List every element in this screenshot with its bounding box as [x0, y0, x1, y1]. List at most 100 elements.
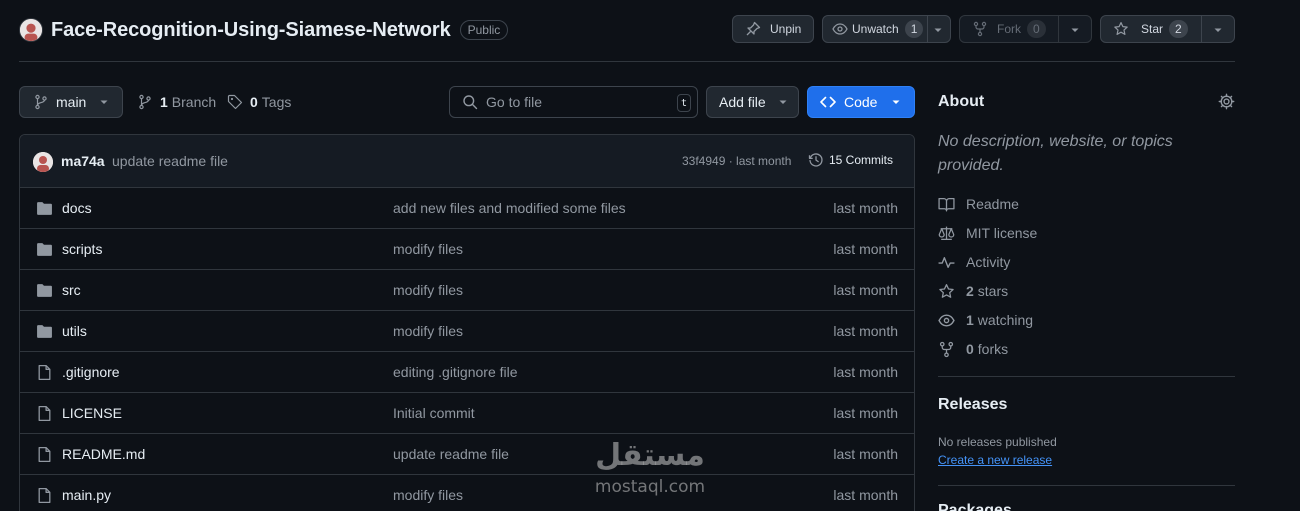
activity-label: Activity — [966, 254, 1011, 270]
chevron-down-icon — [99, 97, 109, 107]
file-commit-message[interactable]: add new files and modified some files — [393, 200, 626, 216]
releases-heading[interactable]: Releases — [938, 396, 1007, 414]
file-commit-message[interactable]: modify files — [393, 487, 463, 503]
folder-icon — [36, 241, 53, 258]
repo-name[interactable]: Face-Recognition-Using-Siamese-Network — [51, 19, 451, 42]
tag-count: 0 — [250, 94, 258, 110]
code-icon — [820, 94, 836, 110]
watching-label: watching — [977, 312, 1034, 328]
commit-author[interactable]: ma74a — [61, 153, 105, 169]
file-name[interactable]: LICENSE — [62, 405, 122, 421]
file-listing: ma74a update readme file 33f4949 · last … — [19, 134, 915, 511]
file-commit-date: last month — [833, 323, 898, 339]
branch-label: Branch — [171, 94, 217, 110]
chevron-down-icon[interactable] — [933, 25, 943, 35]
fork-button[interactable]: Fork 0 — [959, 15, 1092, 43]
file-icon — [36, 405, 53, 422]
shortcut-key: t — [677, 94, 691, 112]
tags-link[interactable]: 0 Tags — [227, 92, 291, 112]
branches-link[interactable]: 1 Branch — [137, 92, 216, 112]
file-commit-message[interactable]: Initial commit — [393, 405, 475, 421]
forks-label: forks — [977, 341, 1009, 357]
star-icon — [938, 283, 955, 300]
tag-label: Tags — [261, 94, 292, 110]
file-commit-date: last month — [833, 446, 898, 462]
file-row[interactable]: scripts modify files last month — [20, 229, 914, 270]
branch-name: main — [56, 94, 87, 110]
star-button[interactable]: Star 2 — [1100, 15, 1235, 43]
activity-link[interactable]: Activity — [938, 253, 1010, 271]
folder-icon — [36, 323, 53, 340]
forks-link[interactable]: 0 forks — [938, 340, 1008, 358]
divider — [1201, 15, 1202, 43]
file-icon — [36, 446, 53, 463]
file-commit-message[interactable]: modify files — [393, 241, 463, 257]
fork-icon — [972, 21, 988, 37]
readme-link[interactable]: Readme — [938, 195, 1019, 213]
license-link[interactable]: MIT license — [938, 224, 1037, 242]
packages-heading[interactable]: Packages — [938, 502, 1012, 511]
file-name[interactable]: .gitignore — [62, 364, 120, 380]
file-rows: docs add new files and modified some file… — [20, 188, 914, 511]
file-name[interactable]: main.py — [62, 487, 111, 503]
stars-count: 2 — [966, 283, 974, 299]
watching-count: 1 — [966, 312, 974, 328]
unwatch-label: Unwatch — [852, 22, 899, 36]
file-commit-message[interactable]: editing .gitignore file — [393, 364, 518, 380]
file-name[interactable]: README.md — [62, 446, 145, 462]
owner-avatar[interactable] — [19, 18, 43, 42]
history-icon — [808, 152, 824, 168]
header-divider — [19, 61, 1235, 62]
file-row[interactable]: docs add new files and modified some file… — [20, 188, 914, 229]
branch-select-button[interactable]: main — [19, 86, 123, 118]
file-commit-date: last month — [833, 282, 898, 298]
divider — [1058, 15, 1059, 43]
file-row[interactable]: LICENSE Initial commit last month — [20, 393, 914, 434]
file-name[interactable]: docs — [62, 200, 92, 216]
file-row[interactable]: .gitignore editing .gitignore file last mo… — [20, 352, 914, 393]
file-commit-message[interactable]: modify files — [393, 282, 463, 298]
add-file-button[interactable]: Add file — [706, 86, 799, 118]
visibility-badge: Public — [459, 20, 509, 40]
file-commit-message[interactable]: update readme file — [393, 446, 509, 462]
commits-count: 15 Commits — [829, 153, 894, 167]
watchers-link[interactable]: 1 watching — [938, 311, 1033, 329]
file-name[interactable]: src — [62, 282, 81, 298]
about-heading: About — [938, 93, 985, 110]
star-counter: 2 — [1169, 20, 1188, 38]
latest-commit-bar: ma74a update readme file 33f4949 · last … — [20, 135, 914, 188]
readme-label: Readme — [966, 196, 1019, 212]
search-icon — [462, 94, 478, 110]
commit-message[interactable]: update readme file — [112, 153, 228, 169]
sidebar-divider — [938, 485, 1235, 486]
stars-link[interactable]: 2 stars — [938, 282, 1008, 300]
author-avatar[interactable] — [33, 152, 53, 172]
file-row[interactable]: README.md update readme file last month — [20, 434, 914, 475]
go-to-file-input[interactable]: Go to file t — [449, 86, 698, 118]
chevron-down-icon[interactable] — [1213, 25, 1223, 35]
file-commit-message[interactable]: modify files — [393, 323, 463, 339]
code-button[interactable]: Code — [807, 86, 915, 118]
file-commit-date: last month — [833, 487, 898, 503]
fork-icon — [938, 341, 955, 358]
commits-link[interactable]: 15 Commits — [808, 152, 893, 168]
stars-label: stars — [977, 283, 1009, 299]
search-placeholder: Go to file — [486, 94, 543, 110]
divider — [927, 15, 928, 43]
create-release-link[interactable]: Create a new release — [938, 453, 1052, 467]
chevron-down-icon[interactable] — [1070, 25, 1080, 35]
file-commit-date: last month — [833, 200, 898, 216]
unpin-button[interactable]: Unpin — [732, 15, 814, 43]
file-name[interactable]: scripts — [62, 241, 102, 257]
commit-hash-time[interactable]: 33f4949 · last month — [682, 154, 791, 168]
forks-count: 0 — [966, 341, 974, 357]
branch-count: 1 — [160, 94, 168, 110]
file-row[interactable]: utils modify files last month — [20, 311, 914, 352]
file-name[interactable]: utils — [62, 323, 87, 339]
gear-icon[interactable] — [1218, 93, 1235, 110]
file-row[interactable]: src modify files last month — [20, 270, 914, 311]
file-commit-date: last month — [833, 405, 898, 421]
no-releases-text: No releases published — [938, 435, 1057, 449]
file-row[interactable]: main.py modify files last month — [20, 475, 914, 511]
unwatch-button[interactable]: Unwatch 1 — [822, 15, 951, 43]
